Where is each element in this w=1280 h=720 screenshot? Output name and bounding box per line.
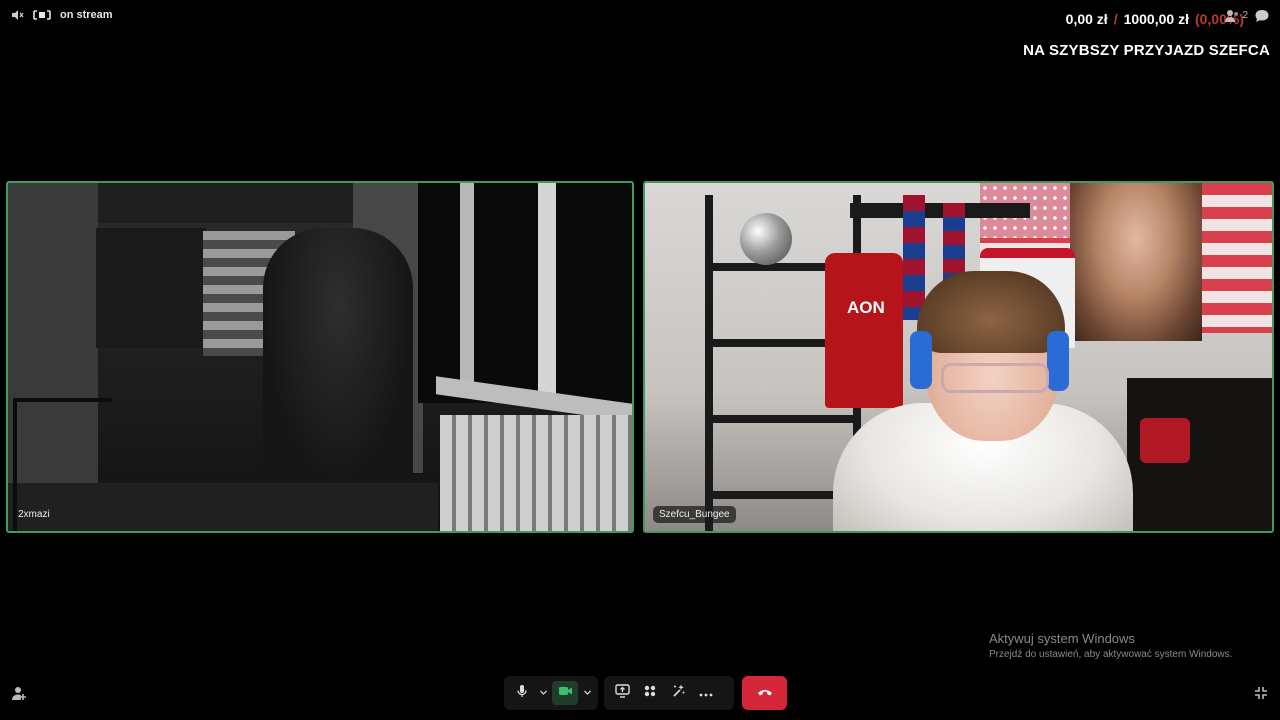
apps-icon	[643, 684, 657, 703]
watermark-title: Aktywuj system Windows	[989, 631, 1135, 646]
current-amount: 0,00 zł	[1065, 11, 1108, 27]
add-person-icon[interactable]	[11, 685, 27, 706]
viewer-count: 2	[1242, 10, 1248, 21]
participant-name-tag: 2xmazi	[18, 509, 50, 520]
microphone-options-button[interactable]	[536, 681, 550, 705]
screen-share-button[interactable]	[610, 681, 634, 705]
camera-icon	[558, 684, 573, 702]
phone-hangup-icon	[757, 684, 773, 702]
poster	[1070, 183, 1202, 341]
video-tile-participant-2[interactable]: AON Szefcu_Bungee	[643, 181, 1274, 533]
participant-figure	[263, 228, 413, 488]
radiator	[440, 415, 632, 531]
participant-hair	[917, 271, 1065, 353]
microphone-button[interactable]	[510, 681, 534, 705]
video-tile-participant-1[interactable]: 2xmazi	[6, 181, 634, 533]
collapse-icon[interactable]	[1253, 685, 1269, 706]
more-icon	[699, 684, 713, 702]
scarf	[903, 195, 925, 320]
room-ceiling	[98, 183, 358, 223]
leave-call-button[interactable]	[742, 676, 787, 710]
media-controls	[504, 676, 598, 710]
speaker-icon[interactable]	[10, 8, 24, 22]
camera-options-button[interactable]	[580, 681, 594, 705]
disco-ball	[740, 213, 792, 265]
screen-share-icon	[614, 683, 630, 703]
red-jersey: AON	[825, 253, 903, 408]
amount-separator: /	[1113, 11, 1118, 27]
window-frame	[538, 183, 556, 393]
wall-flag	[96, 228, 206, 348]
effects-button[interactable]	[666, 681, 690, 705]
participant-name-tag: Szefcu_Bungee	[653, 506, 736, 523]
viewers-icon[interactable]	[1224, 8, 1240, 29]
top-right-controls: 2	[1224, 8, 1270, 29]
headset	[910, 331, 932, 389]
headset	[1047, 331, 1069, 391]
apps-button[interactable]	[638, 681, 662, 705]
effects-icon	[671, 683, 686, 703]
glasses	[941, 363, 1049, 393]
more-button[interactable]	[694, 681, 718, 705]
camera-button[interactable]	[552, 681, 578, 705]
pillow	[1140, 418, 1190, 463]
stream-label: on stream	[60, 9, 113, 21]
windows-activation-watermark: Aktywuj system Windows Przejdź do ustawi…	[989, 631, 1232, 660]
jersey-sponsor-text: AON	[847, 298, 885, 317]
chevron-down-icon	[539, 684, 548, 702]
scarf	[943, 203, 965, 283]
window	[418, 183, 632, 403]
goal-amount: 1000,00 zł	[1123, 11, 1189, 27]
goal-title: NA SZYBSZY PRZYJAZD SZEFCA	[1023, 42, 1270, 59]
watermark-subtitle: Przejdź do ustawień, aby aktywować syste…	[989, 649, 1233, 660]
microphone-icon	[515, 684, 529, 703]
donation-goal: 0,00 zł / 1000,00 zł (0,00%)	[1066, 11, 1244, 27]
call-window: on stream 0,00 zł / 1000,00 zł (0,00%) 2…	[0, 0, 1280, 720]
chevron-down-icon	[583, 684, 592, 702]
shelf-rail	[850, 203, 1030, 218]
activity-controls	[604, 676, 734, 710]
window-frame	[460, 183, 474, 393]
stream-status: on stream	[10, 8, 113, 22]
chat-icon[interactable]	[1254, 8, 1270, 29]
stream-icon	[32, 8, 52, 22]
